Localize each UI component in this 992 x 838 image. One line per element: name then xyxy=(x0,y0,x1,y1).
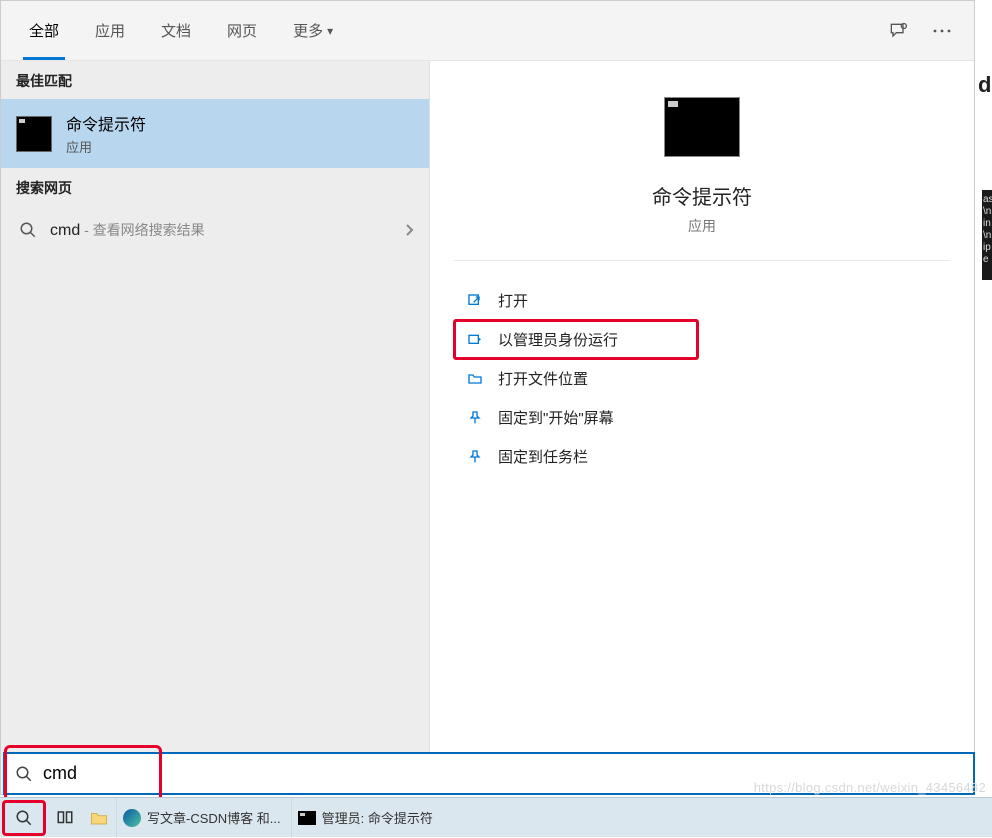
more-options-icon[interactable] xyxy=(920,9,964,53)
action-pin-to-taskbar[interactable]: 固定到任务栏 xyxy=(454,437,950,476)
search-tabs-row: 全部 应用 文档 网页 更多▾ xyxy=(1,1,974,61)
tab-more[interactable]: 更多▾ xyxy=(275,3,351,59)
best-match-header: 最佳匹配 xyxy=(1,61,429,99)
cmd-app-icon xyxy=(16,116,52,152)
tab-web[interactable]: 网页 xyxy=(209,3,275,59)
preview-app-icon xyxy=(664,97,740,157)
shield-run-icon xyxy=(462,332,488,348)
pin-icon xyxy=(462,410,488,426)
background-code-sliver: as \n in \n ip e xyxy=(982,190,992,280)
action-run-as-admin[interactable]: 以管理员身份运行 xyxy=(454,320,698,359)
tab-apps[interactable]: 应用 xyxy=(77,3,143,59)
taskbar-edge-app[interactable]: 写文章-CSDN博客 和... xyxy=(116,798,291,838)
preview-title: 命令提示符 xyxy=(652,181,752,210)
action-open[interactable]: 打开 xyxy=(454,281,950,320)
taskbar-search-button[interactable] xyxy=(2,800,46,836)
web-result-text: cmd - 查看网络搜索结果 xyxy=(50,220,404,240)
taskbar-explorer-button[interactable] xyxy=(82,798,116,838)
pin-icon xyxy=(462,449,488,465)
search-web-header: 搜索网页 xyxy=(1,168,429,206)
preview-subtitle: 应用 xyxy=(688,216,716,236)
search-icon xyxy=(16,221,40,239)
edge-icon xyxy=(123,809,141,827)
action-pin-to-start[interactable]: 固定到"开始"屏幕 xyxy=(454,398,950,437)
best-match-result[interactable]: 命令提示符 应用 xyxy=(1,99,429,168)
background-letter: d xyxy=(978,72,992,98)
taskbar-task-view-button[interactable] xyxy=(48,798,82,838)
best-match-title: 命令提示符 xyxy=(66,111,146,135)
preview-column: 命令提示符 应用 打开 以管理员身份运行 xyxy=(429,61,974,794)
web-search-result[interactable]: cmd - 查看网络搜索结果 xyxy=(1,206,429,254)
background-window-sliver xyxy=(976,60,992,740)
chevron-down-icon: ▾ xyxy=(327,24,333,38)
cmd-icon xyxy=(298,811,316,825)
taskbar-cmd-app[interactable]: 管理员: 命令提示符 xyxy=(291,798,443,838)
actions-list: 打开 以管理员身份运行 打开文件位置 xyxy=(430,261,974,496)
folder-icon xyxy=(462,371,488,387)
tab-docs[interactable]: 文档 xyxy=(143,3,209,59)
results-column: 最佳匹配 命令提示符 应用 搜索网页 cmd - 查看网络搜索结果 xyxy=(1,61,429,794)
best-match-subtitle: 应用 xyxy=(66,137,146,156)
taskbar: 写文章-CSDN博客 和... 管理员: 命令提示符 xyxy=(0,797,992,837)
tab-all[interactable]: 全部 xyxy=(11,3,77,59)
action-open-file-location[interactable]: 打开文件位置 xyxy=(454,359,950,398)
search-panel-body: 最佳匹配 命令提示符 应用 搜索网页 cmd - 查看网络搜索结果 xyxy=(1,61,974,794)
chevron-right-icon xyxy=(404,223,414,237)
search-input-box[interactable] xyxy=(3,752,975,795)
open-icon xyxy=(462,293,488,309)
windows-search-panel: 全部 应用 文档 网页 更多▾ 最佳匹配 命令提示符 应用 搜索网页 xyxy=(0,0,975,795)
search-icon xyxy=(15,765,33,783)
feedback-icon[interactable] xyxy=(876,9,920,53)
search-input[interactable] xyxy=(43,763,963,784)
preview-header: 命令提示符 应用 xyxy=(454,61,950,261)
